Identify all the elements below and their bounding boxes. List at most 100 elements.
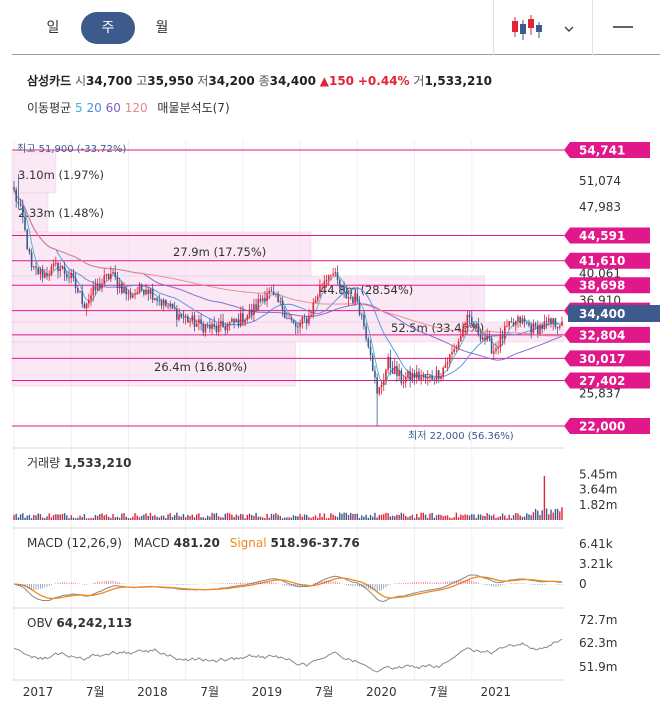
candle-body [532,323,535,334]
volume-bar [486,513,488,520]
x-axis-tick: 2017 [23,685,54,699]
volume-bar [521,516,524,520]
candle-body [268,290,271,294]
volume-bar [543,475,546,520]
volume-bar [389,516,392,520]
candle-body [374,370,376,378]
candle-body [462,329,464,337]
volume-bar [162,515,165,520]
volume-bar [30,518,33,520]
candle-body [160,300,163,306]
volume-bar [13,514,15,520]
candle-body [468,314,471,317]
volume-axis-tick: 5.45m [579,468,617,482]
candle-body [378,387,381,394]
volume-bar [325,518,328,520]
volume-bar [118,517,121,520]
candle-body [486,335,488,341]
volume-bar [57,514,59,520]
candle-body [13,187,15,190]
candle-body [457,341,460,348]
candle-body [506,326,508,328]
candle-body [426,377,429,379]
volume-bar [499,516,502,520]
volume-bar [187,514,189,520]
volume-bar [173,515,176,520]
candle-body [48,275,51,277]
volume-bar [193,517,196,520]
candle-body [275,294,277,296]
candle-body [211,323,213,329]
candle-body [61,266,64,269]
candle-body [451,351,453,355]
candle-body [448,354,451,363]
volume-bar [244,518,246,520]
candle-body [470,316,473,324]
volume-bar [228,513,231,520]
candle-body [561,321,563,326]
volume-bar [451,518,453,520]
volume-bar [515,513,517,520]
macd-axis-tick: 6.41k [579,537,613,551]
volume-bar [490,515,493,520]
candle-body [475,323,477,329]
candle-body [200,319,202,324]
volume-bar [413,518,416,520]
volume-bar [277,514,279,520]
candle-body [138,284,141,293]
volume-bar [237,515,240,520]
candle-body [473,323,475,329]
volume-bar [61,513,64,520]
candle-body [519,316,521,324]
candle-body [50,266,53,276]
volume-bar [554,509,557,520]
candle-body [528,323,530,326]
volume-bar [303,514,306,520]
volume-bar [493,514,495,520]
volume-bar [156,516,158,520]
candle-body [224,326,227,331]
volume-bar [468,515,471,520]
volume-bar [336,516,339,520]
stock-chart[interactable]: 3.10m (1.97%) 2.33m (1.48%) 27.9m (17.75%)… [0,0,660,716]
volume-bar [209,516,211,520]
volume-bar [138,517,141,520]
price-axis-tick: 47,983 [579,200,621,214]
candle-body [556,326,559,328]
candle-body [198,319,200,324]
volume-bar [134,513,136,520]
candle-body [444,364,447,368]
candle-body [15,189,18,202]
volume-bar [343,512,345,520]
candle-body [488,335,491,339]
volume-bar [246,514,248,520]
candle-body [301,317,304,323]
candle-body [455,347,458,350]
volume-bar [211,512,213,520]
candle-body [22,205,24,218]
candle-body [481,337,484,340]
volume-bar [420,512,422,520]
candle-body [459,336,462,342]
candle-body [435,370,438,381]
x-axis-tick: 7월 [86,685,105,699]
volume-bar [46,516,48,520]
volume-bar [391,515,394,520]
candle-body [477,323,480,335]
level-badge-label: 38,698 [579,279,625,293]
candle-body [363,314,365,327]
candle-body [501,334,504,339]
candle-body [536,325,539,335]
volume-bar [70,515,72,520]
candle-body [68,277,70,279]
volume-bar [107,516,110,520]
candle-body [187,316,189,323]
volume-bar [48,513,50,520]
candle-body [415,371,418,379]
volume-bar [506,518,508,520]
volume-bar [292,515,295,520]
candle-body [264,298,266,301]
candle-body [431,375,433,380]
obv-line [13,638,563,673]
candle-body [244,319,246,324]
